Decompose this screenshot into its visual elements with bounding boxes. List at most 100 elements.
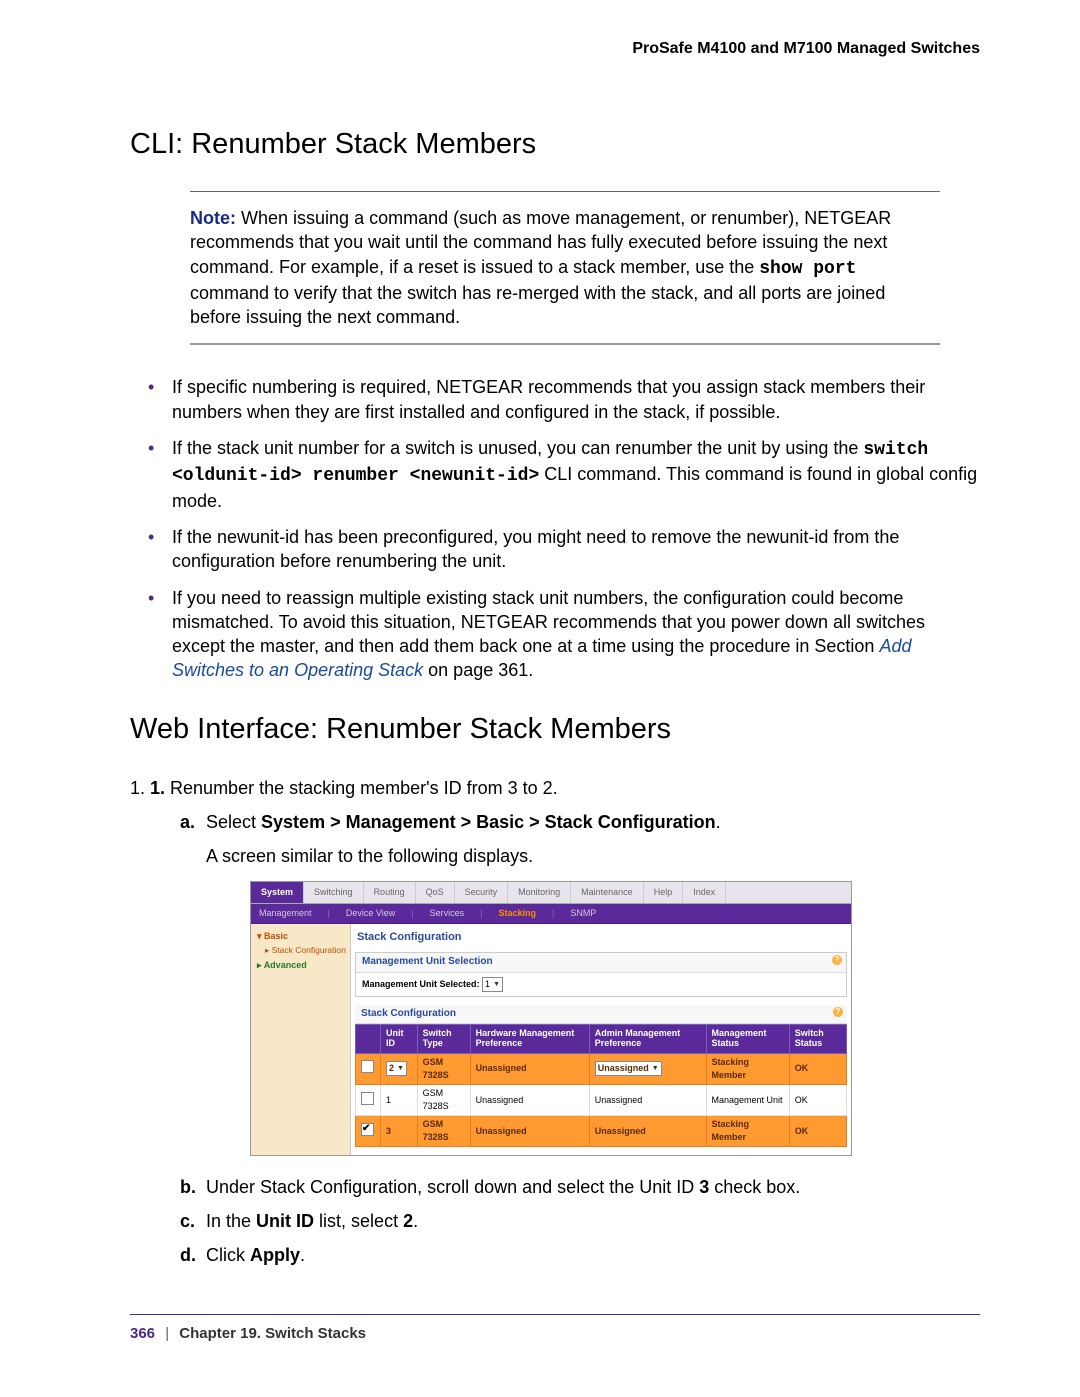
table-row: 3GSM 7328SUnassignedUnassignedStacking M… [356,1116,847,1147]
page-number: 366 [130,1325,155,1342]
nav-basic[interactable]: ▾ Basic [257,930,346,943]
tab-security[interactable]: Security [455,882,509,903]
hw-pref-cell: Unassigned [470,1116,589,1147]
mgmt-unit-label: Management Unit Selected: [362,979,480,989]
col-switch-type: Switch Type [417,1025,470,1054]
chevron-down-icon: ▼ [397,1062,404,1075]
admin-pref-cell: Unassigned [589,1085,706,1116]
step-1c-post: . [413,1211,418,1231]
ui-screenshot: System Switching Routing QoS Security Mo… [250,881,852,1156]
subtab-services[interactable]: Services [422,904,473,923]
unit-id-cell: 1 [381,1085,418,1116]
switch-type-cell: GSM 7328S [417,1116,470,1147]
heading-cli: CLI: Renumber Stack Members [130,128,980,161]
tab-switching[interactable]: Switching [304,882,364,903]
step-1c-bold1: Unit ID [256,1211,314,1231]
nav-advanced[interactable]: ▸ Advanced [257,959,346,972]
step-1d-pre: Click [206,1245,250,1265]
tab-qos[interactable]: QoS [416,882,455,903]
tab-help[interactable]: Help [644,882,684,903]
mgmt-status-cell: Stacking Member [706,1053,789,1084]
section-stack-config-head: Stack Configuration ? [355,1005,847,1025]
step-1c-mid: list, select [314,1211,403,1231]
bullet-2-pre: If the stack unit number for a switch is… [172,438,863,458]
switch-type-cell: GSM 7328S [417,1085,470,1116]
subtab-device-view[interactable]: Device View [338,904,403,923]
step-1a-after: A screen similar to the following displa… [206,843,980,869]
table-row: 2 ▼GSM 7328SUnassignedUnassigned ▼Stacki… [356,1053,847,1084]
switch-status-cell: OK [789,1085,846,1116]
doc-header: ProSafe M4100 and M7100 Managed Switches [130,40,980,58]
subtab-stacking[interactable]: Stacking [490,904,544,923]
sub-tabs: Management| Device View| Services| Stack… [251,904,851,924]
switch-type-cell: GSM 7328S [417,1053,470,1084]
row-checkbox[interactable] [361,1060,374,1073]
main-tabs: System Switching Routing QoS Security Mo… [251,882,851,904]
bullet-1: If specific numbering is required, NETGE… [130,375,980,424]
bullet-3: If the newunit-id has been preconfigured… [130,525,980,574]
unit-id-cell: 3 [381,1116,418,1147]
hw-pref-cell: Unassigned [470,1085,589,1116]
step-1b-bold: 3 [699,1177,709,1197]
step-1-text: Renumber the stacking member's ID from 3… [170,778,558,798]
bullet-4-pre: If you need to reassign multiple existin… [172,588,925,657]
mgmt-unit-select[interactable]: 1▼ [482,977,503,992]
step-1b: b.Under Stack Configuration, scroll down… [180,1174,980,1200]
table-row: 1GSM 7328SUnassignedUnassignedManagement… [356,1085,847,1116]
bullet-4-post: on page 361. [428,660,533,680]
col-mgmt-status: Management Status [706,1025,789,1054]
ui-page-title: Stack Configuration [351,928,851,952]
footer: 366 | Chapter 19. Switch Stacks [130,1325,980,1342]
side-nav: ▾ Basic ▸ Stack Configuration ▸ Advanced [251,924,351,1155]
chevron-down-icon: ▼ [493,978,500,991]
tab-index[interactable]: Index [683,882,726,903]
step-1: 1. Renumber the stacking member's ID fro… [150,776,980,1269]
step-1a: a.Select System > Management > Basic > S… [180,809,980,1156]
subtab-snmp[interactable]: SNMP [562,904,604,923]
step-1c-bold2: 2 [403,1211,413,1231]
stack-table: Unit ID Switch Type Hardware Management … [355,1024,847,1147]
row-checkbox[interactable] [361,1092,374,1105]
section-mgmt-unit: Management Unit Selection ? Management U… [355,952,847,997]
col-unit-id: Unit ID [381,1025,418,1054]
bullet-4: If you need to reassign multiple existin… [130,586,980,683]
col-hw-pref: Hardware Management Preference [470,1025,589,1054]
admin-pref-select[interactable]: Unassigned ▼ [595,1061,662,1076]
row-checkbox[interactable] [361,1123,374,1136]
step-1d-post: . [300,1245,305,1265]
unit-id-select[interactable]: 2 ▼ [386,1061,407,1076]
switch-status-cell: OK [789,1053,846,1084]
step-1d: d.Click Apply. [180,1242,980,1268]
help-icon[interactable]: ? [833,1007,843,1017]
tab-monitoring[interactable]: Monitoring [508,882,571,903]
heading-web: Web Interface: Renumber Stack Members [130,713,980,746]
step-1b-pre: Under Stack Configuration, scroll down a… [206,1177,699,1197]
note-text-post: command to verify that the switch has re… [190,283,885,327]
bullet-2: If the stack unit number for a switch is… [130,436,980,513]
footer-rule [130,1314,980,1315]
tab-maintenance[interactable]: Maintenance [571,882,644,903]
col-switch-status: Switch Status [789,1025,846,1054]
step-1c: c.In the Unit ID list, select 2. [180,1208,980,1234]
subtab-management[interactable]: Management [251,904,320,923]
note-label: Note: [190,208,236,228]
step-1a-path: System > Management > Basic > Stack Conf… [261,812,716,832]
step-1c-pre: In the [206,1211,256,1231]
section-mgmt-unit-head: Management Unit Selection ? [356,953,846,973]
nav-stack-config[interactable]: ▸ Stack Configuration [257,945,346,955]
step-1d-bold: Apply [250,1245,300,1265]
admin-pref-cell: Unassigned [589,1116,706,1147]
step-1b-post: check box. [709,1177,800,1197]
mgmt-status-cell: Management Unit [706,1085,789,1116]
step-1a-pre: Select [206,812,261,832]
help-icon[interactable]: ? [832,955,842,965]
col-admin-pref: Admin Management Preference [589,1025,706,1054]
chapter-label: Chapter 19. Switch Stacks [179,1325,366,1342]
tab-routing[interactable]: Routing [364,882,416,903]
bullet-list: If specific numbering is required, NETGE… [130,375,980,682]
switch-status-cell: OK [789,1116,846,1147]
section-stack-config: Stack Configuration ? Unit ID [355,1005,847,1148]
chevron-down-icon: ▼ [652,1062,659,1075]
tab-system[interactable]: System [251,882,304,903]
note-command: show port [759,259,856,279]
